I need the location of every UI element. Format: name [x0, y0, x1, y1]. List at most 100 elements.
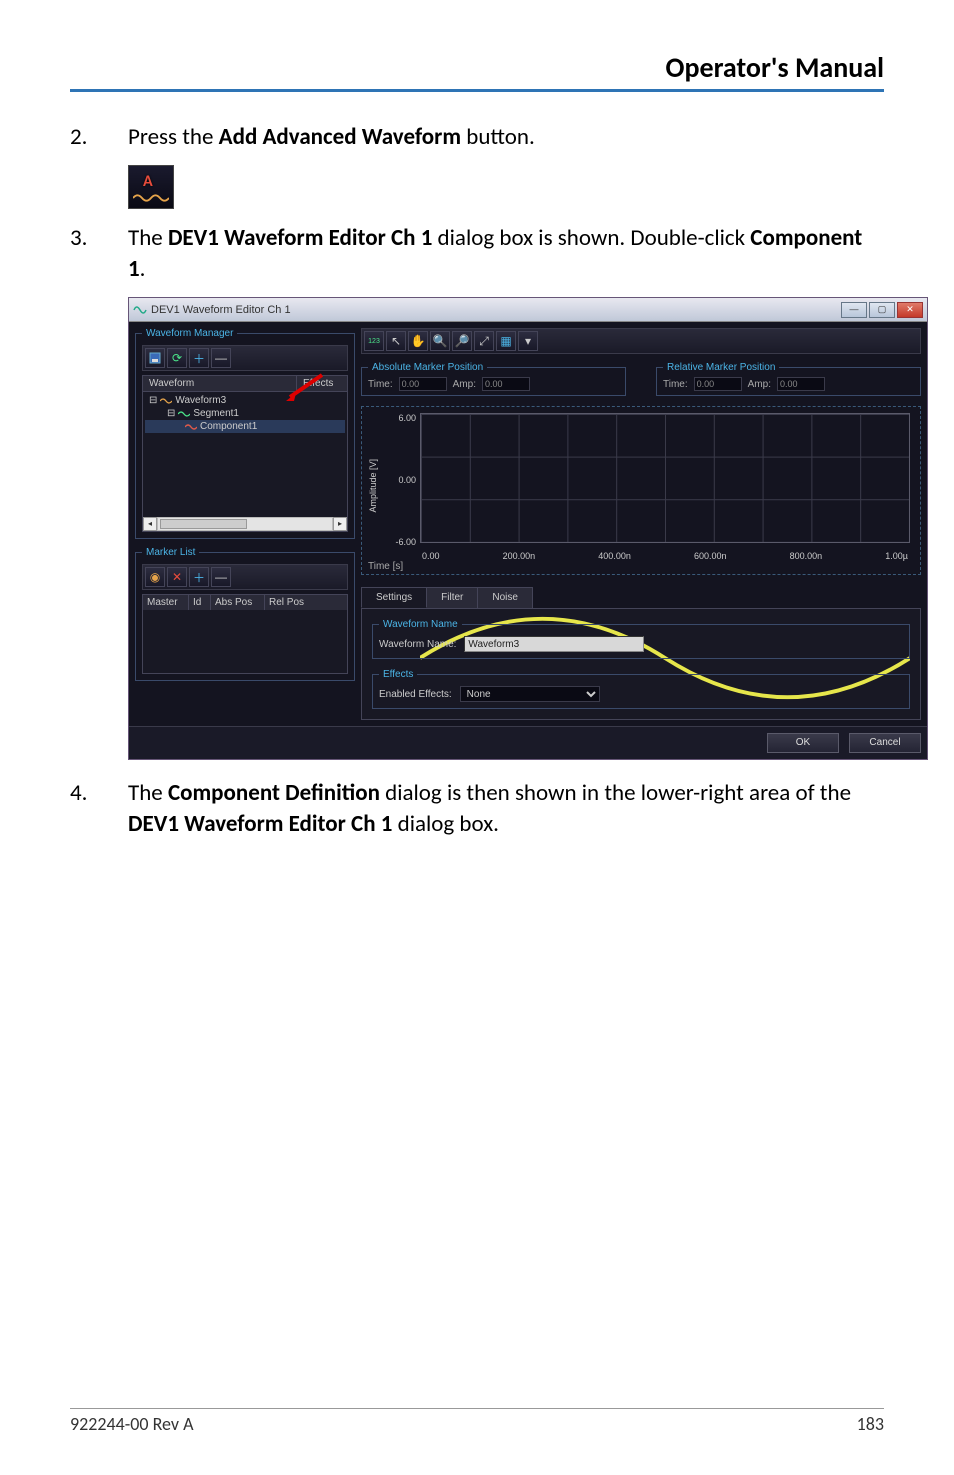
plot-dropdown-icon[interactable]: ▾ [518, 331, 538, 351]
abs-marker-legend: Absolute Marker Position [368, 362, 487, 373]
ml-col-id: Id [189, 595, 211, 610]
x-tick-200n: 200.00n [503, 551, 536, 561]
scroll-thumb[interactable] [160, 519, 247, 529]
rel-time-input[interactable] [694, 377, 742, 391]
x-tick-400n: 400.00n [598, 551, 631, 561]
marker-list-table[interactable]: Master Id Abs Pos Rel Pos [142, 594, 348, 674]
rel-marker-legend: Relative Marker Position [663, 362, 779, 373]
window-minimize-button[interactable]: — [841, 302, 867, 318]
step-4-bold2: DEV1 Waveform Editor Ch 1 [128, 810, 392, 838]
ml-marker-icon[interactable]: ◉ [145, 567, 165, 587]
waveform-plot[interactable]: Amplitude [V] 6.00 0.00 -6.00 0.00 2 [368, 411, 914, 561]
tree-row-component1[interactable]: Component1 [145, 420, 345, 433]
page-footer: 922244-00 Rev A 183 [70, 1408, 884, 1435]
plot-area: Amplitude [V] 6.00 0.00 -6.00 0.00 2 [361, 406, 921, 575]
step-2-bold: Add Advanced Waveform [219, 123, 461, 151]
wm-refresh-icon[interactable]: ⟳ [167, 348, 187, 368]
tree-header-waveform: Waveform [143, 376, 297, 391]
marker-list-header: Master Id Abs Pos Rel Pos [143, 595, 347, 610]
wm-save-icon[interactable] [145, 348, 165, 368]
x-tick-1u: 1.00µ [885, 551, 908, 561]
add-advanced-waveform-icon: A [128, 165, 174, 209]
step-2-number: 2. [70, 122, 128, 153]
step-2-pre: Press the [128, 123, 219, 151]
window-maximize-button[interactable]: ▢ [869, 302, 895, 318]
enabled-effects-select[interactable]: None [460, 686, 600, 702]
window-close-button[interactable]: ✕ [897, 302, 923, 318]
tree-expand-icon[interactable]: ⊟ [167, 408, 175, 419]
waveform-tree-header: Waveform Effects [142, 375, 348, 392]
tree-expand-icon[interactable]: ⊟ [149, 395, 157, 406]
rel-amp-input[interactable] [777, 377, 825, 391]
step-3-pre: The [128, 224, 168, 252]
abs-time-label: Time: [368, 379, 393, 390]
relative-marker-position-group: Relative Marker Position Time: Amp: [656, 362, 921, 396]
dialog-title: DEV1 Waveform Editor Ch 1 [151, 304, 841, 316]
step-2-post: button. [461, 123, 535, 151]
ml-col-abspos: Abs Pos [211, 595, 265, 610]
step-4-number: 4. [70, 778, 128, 840]
tree-component-icon [185, 422, 197, 432]
step-3-text: The DEV1 Waveform Editor Ch 1 dialog box… [128, 223, 884, 285]
y-tick-6: 6.00 [398, 413, 416, 423]
step-3-mid: dialog box is shown. Double-click [432, 224, 750, 252]
tree-label-waveform3: Waveform3 [175, 395, 226, 406]
step-2-text: Press the Add Advanced Waveform button. [128, 122, 884, 153]
ml-remove-icon[interactable]: — [211, 567, 231, 587]
plot-zoomout-icon[interactable]: 🔎 [452, 331, 472, 351]
tree-row-segment1[interactable]: ⊟ Segment1 [145, 407, 345, 420]
plot-hand-icon[interactable]: ✋ [408, 331, 428, 351]
ml-delete-icon[interactable]: ✕ [167, 567, 187, 587]
icon-letter-a: A [143, 172, 153, 191]
step-2: 2. Press the Add Advanced Waveform butto… [70, 122, 884, 153]
plot-zoomin-icon[interactable]: 🔍 [430, 331, 450, 351]
abs-amp-input[interactable] [482, 377, 530, 391]
wm-remove-icon[interactable]: — [211, 348, 231, 368]
scroll-right-button[interactable]: ▸ [333, 517, 347, 531]
waveform-manager-toolbar: ⟳ ＋ — [142, 345, 348, 371]
waveform-name-label: Waveform Name: [379, 639, 456, 650]
footer-doc-id: 922244-00 Rev A [70, 1413, 194, 1435]
plot-fit-icon[interactable]: 123 [364, 331, 384, 351]
abs-amp-label: Amp: [453, 379, 476, 390]
scroll-left-button[interactable]: ◂ [143, 517, 157, 531]
ml-col-master: Master [143, 595, 189, 610]
plot-zoomreset-icon[interactable]: ⤢ [474, 331, 494, 351]
tree-horizontal-scrollbar[interactable]: ◂ ▸ [143, 517, 347, 531]
waveform-tree[interactable]: ⊟ Waveform3 ⊟ Segment1 Component1 ◂ [142, 392, 348, 532]
tree-row-waveform3[interactable]: ⊟ Waveform3 [145, 394, 345, 407]
plot-export-icon[interactable]: ▦ [496, 331, 516, 351]
x-tick-0: 0.00 [422, 551, 440, 561]
scroll-track[interactable] [157, 517, 333, 531]
abs-time-input[interactable] [399, 377, 447, 391]
step-3-number: 3. [70, 223, 128, 285]
tab-settings[interactable]: Settings [361, 587, 427, 608]
y-tick-0: 0.00 [398, 475, 416, 485]
tree-label-segment1: Segment1 [193, 408, 239, 419]
plot-cursor-icon[interactable]: ↖ [386, 331, 406, 351]
effects-group: Effects Enabled Effects: None [372, 669, 910, 709]
step-3-post: . [140, 255, 146, 283]
waveform-manager-legend: Waveform Manager [142, 328, 237, 339]
plot-toolbar: 123 ↖ ✋ 🔍 🔎 ⤢ ▦ ▾ [361, 328, 921, 354]
tree-waveform-icon [160, 396, 172, 406]
tree-segment-icon [178, 409, 190, 419]
waveform-name-input[interactable] [464, 636, 644, 652]
marker-list-group: Marker List ◉ ✕ ＋ — Master Id Abs Pos Re… [135, 547, 355, 681]
tree-header-effects: Effects [297, 376, 347, 391]
step-4-pre: The [128, 779, 168, 807]
dialog-titlebar[interactable]: DEV1 Waveform Editor Ch 1 — ▢ ✕ [129, 298, 927, 322]
tree-label-component1: Component1 [200, 421, 257, 432]
marker-list-legend: Marker List [142, 547, 199, 558]
ml-add-icon[interactable]: ＋ [189, 567, 209, 587]
wm-add-icon[interactable]: ＋ [189, 348, 209, 368]
icon-waveform [133, 190, 169, 202]
waveform-manager-group: Waveform Manager ⟳ ＋ — Waveform Effects … [135, 328, 355, 539]
plot-x-axis: 0.00 200.00n 400.00n 600.00n 800.00n 1.0… [420, 551, 910, 561]
titlebar-sine-icon [133, 303, 147, 317]
rel-amp-label: Amp: [748, 379, 771, 390]
enabled-effects-label: Enabled Effects: [379, 689, 452, 700]
step-3-bold1: DEV1 Waveform Editor Ch 1 [168, 224, 432, 252]
footer-page-number: 183 [857, 1413, 884, 1435]
waveform-name-group: Waveform Name Waveform Name: [372, 619, 910, 659]
